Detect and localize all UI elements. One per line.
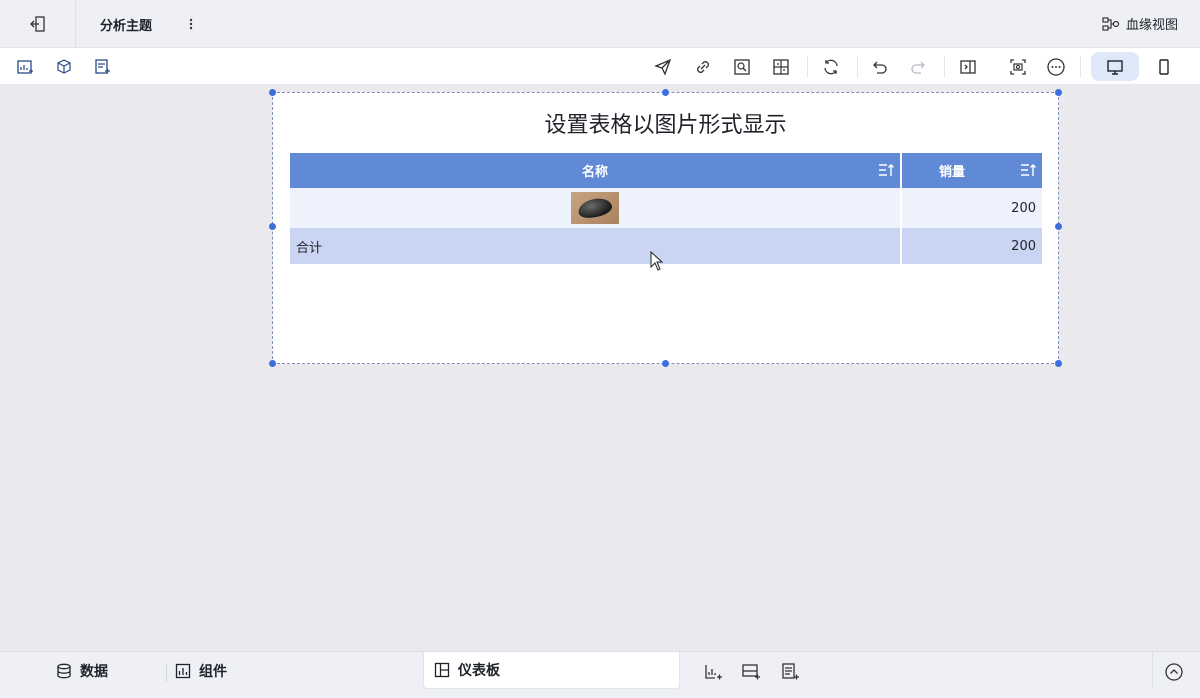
- theme-menu-button[interactable]: [183, 14, 199, 34]
- more-icon: [1047, 58, 1065, 76]
- total-sales: 200: [1011, 238, 1036, 254]
- dashboard-canvas[interactable]: 设置表格以图片形式显示 名称 销量 200 合计 200: [0, 85, 1200, 651]
- layout-grid-icon: [773, 59, 789, 75]
- table-widget[interactable]: 设置表格以图片形式显示 名称 销量 200 合计 200: [269, 89, 1062, 367]
- add-report-icon: [782, 663, 799, 680]
- desktop-view-button[interactable]: [1091, 52, 1139, 81]
- add-screen-icon: [742, 664, 760, 680]
- exit-button[interactable]: [22, 12, 54, 36]
- widget-title: 设置表格以图片形式显示: [544, 113, 787, 138]
- bottom-divider: [166, 664, 167, 682]
- exit-icon: [30, 16, 45, 32]
- add-dashboard-button[interactable]: [702, 661, 724, 683]
- column-header-sales[interactable]: 销量: [902, 153, 1042, 188]
- mobile-icon: [1159, 59, 1169, 75]
- dashboard-tab-label: 仪表板: [458, 663, 500, 679]
- add-dashboard-icon: [705, 665, 722, 680]
- data-table: 名称 销量 200 合计 200: [290, 153, 1042, 264]
- resize-handle-bottom[interactable]: [662, 360, 669, 367]
- lineage-view-label: 血缘视图: [1125, 18, 1178, 33]
- toolbar-divider: [807, 56, 808, 78]
- redo-icon: [911, 61, 925, 74]
- layout-grid-button[interactable]: [770, 56, 792, 78]
- column-header-label: 销量: [938, 165, 965, 180]
- sales-cell: 200: [1011, 200, 1036, 216]
- resize-handle-bottom-right[interactable]: [1055, 360, 1062, 367]
- toolbar: [0, 48, 1200, 85]
- add-3d-component-icon: [57, 59, 71, 74]
- add-3d-component-button[interactable]: [53, 56, 75, 78]
- database-icon: [57, 663, 71, 679]
- resize-handle-top-right[interactable]: [1055, 89, 1062, 96]
- panel-toggle-button[interactable]: [957, 56, 979, 78]
- toolbar-divider: [1080, 56, 1081, 78]
- refresh-icon: [824, 59, 838, 75]
- desktop-icon: [1107, 59, 1123, 75]
- dashboard-icon: [434, 662, 450, 678]
- undo-button[interactable]: [869, 56, 891, 78]
- sort-icon[interactable]: [878, 162, 894, 178]
- bottom-divider: [1152, 652, 1153, 689]
- add-report-button[interactable]: [779, 661, 801, 683]
- add-text-component-button[interactable]: [91, 56, 113, 78]
- top-bar: 分析主题 血缘视图: [0, 0, 1200, 48]
- bottom-bar: 数据 组件 仪表板: [0, 651, 1200, 698]
- name-cell: [290, 188, 902, 228]
- mobile-view-button[interactable]: [1153, 56, 1175, 78]
- add-screen-button[interactable]: [740, 661, 762, 683]
- components-tab-label: 组件: [199, 664, 227, 680]
- data-tab[interactable]: 数据: [56, 661, 108, 681]
- publish-icon: [654, 58, 672, 76]
- component-icon: [175, 663, 191, 679]
- preview-icon: [734, 59, 750, 75]
- link-icon: [697, 61, 709, 73]
- table-row[interactable]: 200: [290, 188, 1042, 228]
- undo-icon: [873, 61, 887, 74]
- column-header-label: 名称: [581, 165, 608, 180]
- theme-title: 分析主题: [100, 19, 153, 34]
- table-header: 名称 销量: [290, 153, 1042, 188]
- resize-handle-right[interactable]: [1055, 223, 1062, 230]
- collapse-button[interactable]: [1163, 661, 1185, 683]
- panel-toggle-icon: [960, 60, 976, 74]
- resize-handle-bottom-left[interactable]: [269, 360, 276, 367]
- top-divider: [75, 0, 76, 48]
- add-chart-icon: [17, 60, 33, 74]
- resize-handle-left[interactable]: [269, 223, 276, 230]
- screenshot-button[interactable]: [1007, 56, 1029, 78]
- sort-icon[interactable]: [1020, 162, 1036, 178]
- resize-handle-top-left[interactable]: [269, 89, 276, 96]
- redo-button[interactable]: [907, 56, 929, 78]
- more-vertical-icon: [189, 18, 193, 30]
- publish-button[interactable]: [652, 56, 674, 78]
- lineage-view-button[interactable]: 血缘视图: [1102, 14, 1178, 33]
- link-button[interactable]: [692, 56, 714, 78]
- mouse-cursor-icon: [650, 251, 664, 271]
- add-chart-button[interactable]: [14, 56, 36, 78]
- refresh-button[interactable]: [820, 56, 842, 78]
- mouse-shape: [576, 195, 614, 221]
- mouse-image[interactable]: [571, 192, 619, 224]
- total-row: 合计 200: [290, 228, 1042, 264]
- preview-button[interactable]: [731, 56, 753, 78]
- toolbar-divider: [944, 56, 945, 78]
- components-tab[interactable]: 组件: [175, 661, 227, 681]
- screenshot-icon: [1010, 59, 1026, 75]
- resize-handle-top[interactable]: [662, 89, 669, 96]
- chevron-up-circle-icon: [1165, 663, 1183, 681]
- total-label: 合计: [290, 228, 902, 264]
- data-tab-label: 数据: [80, 664, 108, 680]
- toolbar-divider: [857, 56, 858, 78]
- lineage-icon: [1102, 16, 1120, 31]
- column-header-name[interactable]: 名称: [290, 153, 902, 188]
- more-button[interactable]: [1045, 56, 1067, 78]
- dashboard-tab[interactable]: 仪表板: [423, 652, 680, 689]
- add-text-component-icon: [95, 59, 110, 74]
